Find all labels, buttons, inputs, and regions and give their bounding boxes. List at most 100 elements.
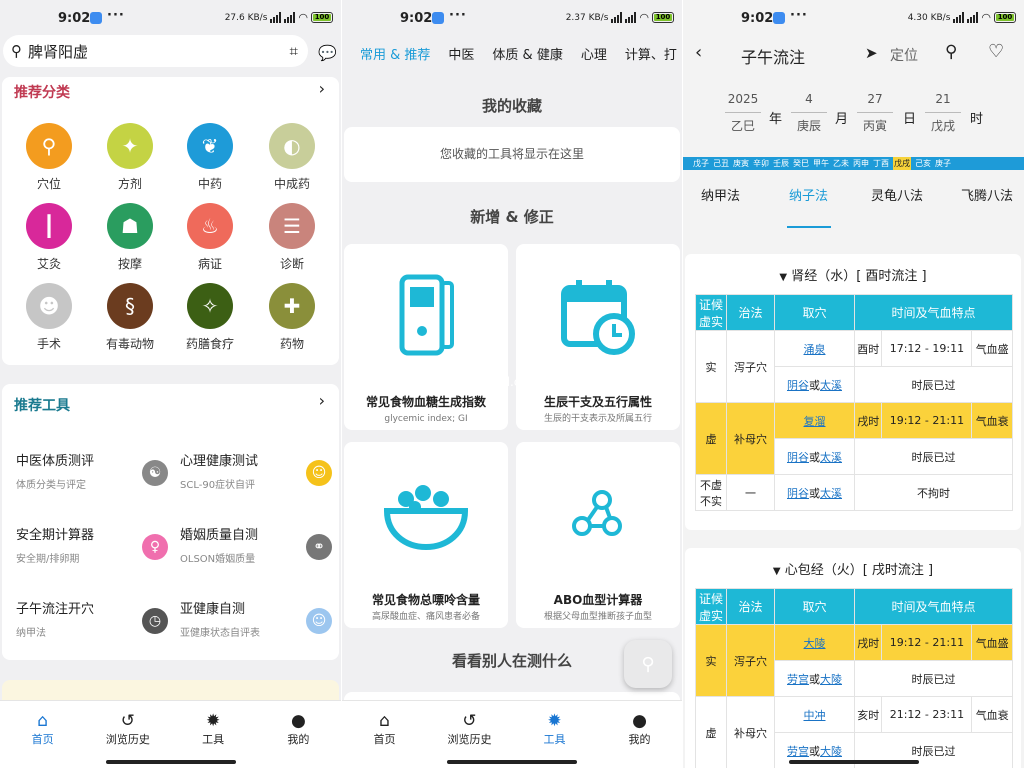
signal-icon-2 [284, 12, 296, 23]
nav-home[interactable]: ⌂ 首页 [0, 701, 85, 768]
day-picker[interactable]: 27 丙寅 [857, 92, 893, 134]
tool-item[interactable]: 中医体质测评 体质分类与评定 ☯ [16, 450, 176, 510]
tab-linggui[interactable]: 灵龟八法 [871, 185, 923, 204]
category-snake[interactable]: § 有毒动物 [90, 283, 170, 352]
hour-chip[interactable]: 甲午 [813, 157, 829, 170]
hour-chip[interactable]: 庚寅 [733, 157, 749, 170]
category-diagnosis-chat[interactable]: ☰ 诊断 [252, 203, 332, 272]
hour-chip[interactable]: 辛卯 [753, 157, 769, 170]
category-body[interactable]: ⚲ 穴位 [9, 123, 89, 192]
tab-nazi[interactable]: 纳子法 [789, 185, 828, 204]
nav-tools[interactable]: ✹ 工具 [512, 701, 597, 768]
hour-chip[interactable]: 庚子 [935, 157, 951, 170]
acupoint-link[interactable]: 复溜 [804, 415, 826, 428]
caret-down-icon[interactable]: ▼ [779, 272, 787, 283]
year-picker[interactable]: 2025 乙巳 [725, 92, 761, 134]
chevron-right-icon[interactable]: › [319, 391, 325, 410]
gesture-bar[interactable] [447, 760, 577, 764]
category-fish[interactable]: ✧ 药膳食疗 [170, 283, 250, 352]
clock-icon: ◷ [142, 608, 168, 634]
category-medicine-bottle[interactable]: ✚ 药物 [252, 283, 332, 352]
caret-down-icon[interactable]: ▼ [773, 566, 781, 577]
back-icon[interactable]: ‹ [695, 42, 702, 63]
category-ginseng[interactable]: ❦ 中药 [170, 123, 250, 192]
acupoint-link[interactable]: 大陵 [820, 673, 842, 686]
acupoint-link[interactable]: 阴谷 [787, 487, 809, 500]
locate-label[interactable]: 定位 [890, 45, 918, 65]
category-thermometer[interactable]: ♨ 病证 [170, 203, 250, 272]
category-label: 穴位 [36, 177, 61, 191]
tab-constitution[interactable]: 体质 & 健康 [492, 44, 562, 66]
gesture-bar[interactable] [105, 760, 236, 764]
nav-history[interactable]: ↺ 浏览历史 [427, 701, 512, 768]
hour-chip[interactable]: 癸巳 [793, 157, 809, 170]
nav-tools[interactable]: ✹ 工具 [171, 701, 256, 768]
hour-chip[interactable]: 戊戌 [893, 157, 911, 170]
tab-najia[interactable]: 纳甲法 [701, 185, 740, 204]
hour-chip[interactable]: 丙申 [853, 157, 869, 170]
gesture-bar[interactable] [788, 760, 919, 764]
acupoint-link[interactable]: 大陵 [804, 637, 826, 650]
tab-psychology[interactable]: 心理 [581, 44, 607, 66]
scan-qr-icon[interactable]: ⌗ [290, 42, 298, 60]
search-input[interactable]: 脾肾阳虚 [28, 41, 290, 62]
search-bar[interactable]: ⚲ 脾肾阳虚 ⌗ [3, 35, 308, 67]
tool-item[interactable]: 婚姻质量自测 OLSON婚姻质量 ⚭ [180, 524, 340, 584]
hour-strip[interactable]: 戊子 己丑 庚寅 辛卯 壬辰 癸巳 甲午 乙未 丙申 丁酉 戊戌 己亥 庚子 [683, 157, 1024, 170]
tool-item[interactable]: 安全期计算器 安全期/排卵期 ♀ [16, 524, 176, 584]
hour-chip[interactable]: 戊子 [693, 157, 709, 170]
favorite-heart-icon[interactable]: ♡ [988, 41, 1004, 62]
tool-card-gi[interactable]: 常见食物血糖生成指数 glycemic index; GI [344, 244, 508, 430]
tool-item[interactable]: 子午流注开穴 纳甲法 ◷ [16, 598, 176, 658]
category-massage[interactable]: ☗ 按摩 [90, 203, 170, 272]
acupoint-link[interactable]: 阴谷 [787, 379, 809, 392]
wifi-icon: ◠ [298, 11, 308, 24]
tab-feiteng[interactable]: 飞腾八法 [961, 185, 1013, 204]
nav-home[interactable]: ⌂ 首页 [342, 701, 427, 768]
nav-history[interactable]: ↺ 浏览历史 [85, 701, 170, 768]
acupoint-link[interactable]: 太溪 [820, 487, 842, 500]
bottom-nav: ⌂ 首页 ↺ 浏览历史 ✹ 工具 ● 我的 [342, 700, 682, 768]
category-herb-packet[interactable]: ✦ 方剂 [90, 123, 170, 192]
network-speed: 27.6 KB/s [224, 12, 268, 23]
acupoint-link[interactable]: 太溪 [820, 379, 842, 392]
tool-card-purine[interactable]: 常见食物总嘌呤含量 高尿酸血症、痛风患者必备 [344, 442, 508, 628]
cell-range: 19:12 - 21:11 [881, 402, 973, 439]
hour-chip[interactable]: 乙未 [833, 157, 849, 170]
tool-item[interactable]: 心理健康测试 SCL-90症状自评 ☺ [180, 450, 340, 510]
hour-picker[interactable]: 21 戊戌 [925, 92, 961, 134]
hour-chip[interactable]: 己亥 [915, 157, 931, 170]
hour-chip[interactable]: 丁酉 [873, 157, 889, 170]
nav-me[interactable]: ● 我的 [256, 701, 341, 768]
nav-me[interactable]: ● 我的 [597, 701, 682, 768]
category-label: 药膳食疗 [185, 337, 234, 351]
search-icon[interactable]: ⚲ [945, 42, 957, 62]
tab-common[interactable]: 常用 & 推荐 [360, 44, 430, 66]
cell-passed: 时辰已过 [854, 660, 1013, 697]
woman-icon: ♀ [142, 534, 168, 560]
message-icon[interactable]: 💬 [318, 44, 337, 62]
category-surgeon[interactable]: ☻ 手术 [9, 283, 89, 352]
tab-tcm[interactable]: 中医 [448, 44, 474, 66]
tool-card-ganzhi[interactable]: 生辰干支及五行属性 生辰的干支表示及所属五行 [516, 244, 680, 430]
acupoint-link[interactable]: 中冲 [804, 709, 826, 722]
category-moxa-stick[interactable]: ┃ 艾灸 [9, 203, 89, 272]
hour-chip[interactable]: 己丑 [713, 157, 729, 170]
search-fab[interactable]: ⚲ [624, 640, 672, 688]
hour-chip[interactable]: 壬辰 [773, 157, 789, 170]
tool-card-abo[interactable]: ABO血型计算器 根据父母血型推断孩子血型 [516, 442, 680, 628]
locate-icon[interactable]: ➤ [865, 44, 878, 62]
month-picker[interactable]: 4 庚辰 [791, 92, 827, 134]
tab-calc[interactable]: 计算、打 [625, 44, 677, 66]
acupoint-link[interactable]: 大陵 [820, 745, 842, 758]
category-label: 中成药 [273, 177, 310, 191]
acupoint-link[interactable]: 阴谷 [787, 451, 809, 464]
chevron-right-icon[interactable]: › [319, 79, 325, 98]
acupoint-link[interactable]: 劳宫 [787, 745, 809, 758]
acupoint-link[interactable]: 劳宫 [787, 673, 809, 686]
acupoint-link[interactable]: 太溪 [820, 451, 842, 464]
acupoint-link[interactable]: 涌泉 [804, 343, 826, 356]
category-label: 有毒动物 [105, 337, 154, 351]
tool-item[interactable]: 亚健康自测 亚健康状态自评表 ☺ [180, 598, 340, 658]
category-pill[interactable]: ◐ 中成药 [252, 123, 332, 192]
